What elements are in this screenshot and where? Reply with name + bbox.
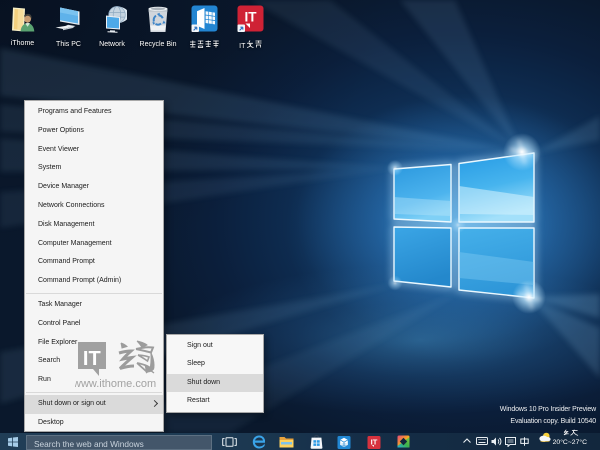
svg-text:www.ithome.com: www.ithome.com	[75, 378, 156, 390]
svg-text:IT: IT	[245, 10, 258, 25]
svg-text:IT: IT	[371, 437, 378, 446]
svg-text:IT: IT	[83, 348, 101, 370]
